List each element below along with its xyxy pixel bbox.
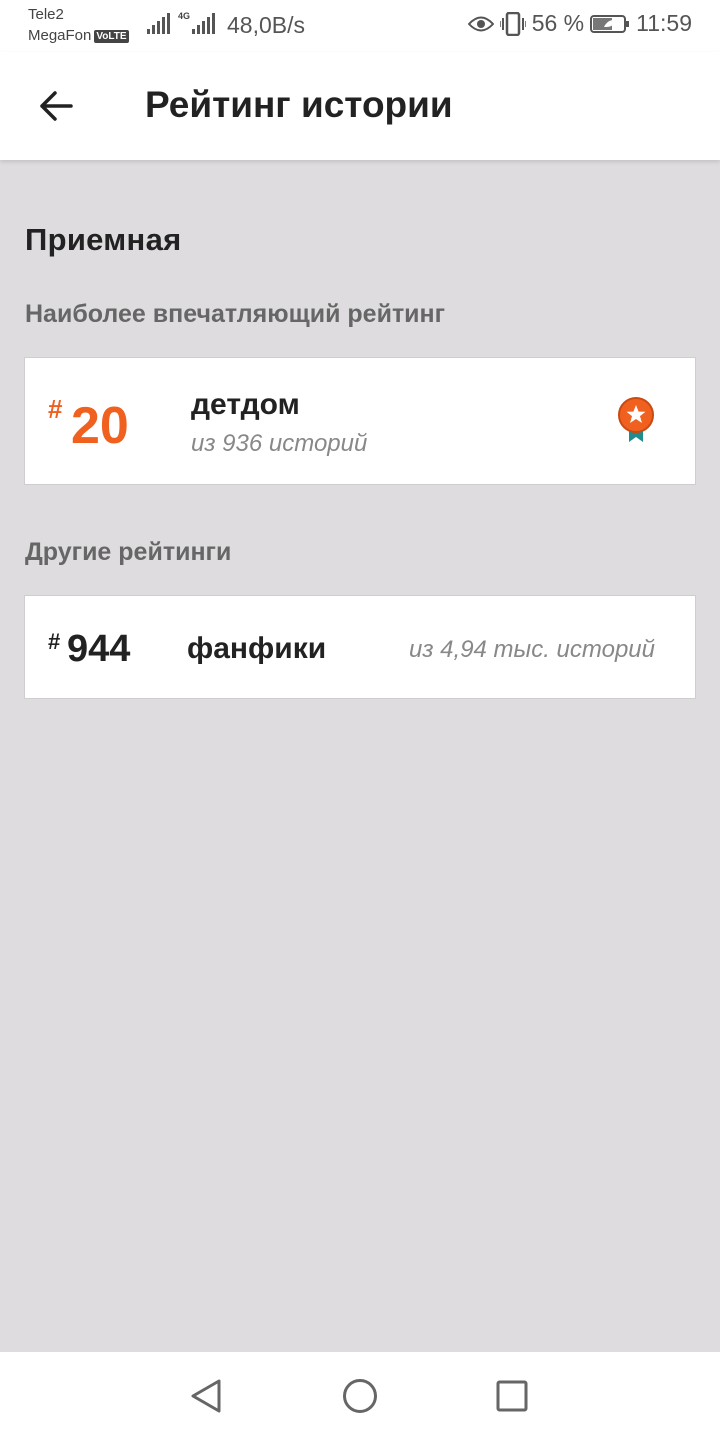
eye-icon (467, 15, 494, 33)
status-right: 56 % 11:59 (467, 10, 692, 37)
carrier-2-row: MegaFon VoLTE (28, 25, 129, 46)
rank-number: 20 (71, 397, 129, 455)
nav-back-button[interactable] (184, 1374, 228, 1418)
rating-total: из 4,94 тыс. историй (409, 636, 655, 663)
status-bar: Tele2 MegaFon VoLTE 4G 48,0B/s 56 % 11:59 (0, 0, 720, 52)
rating-category: фанфики (187, 632, 327, 665)
carrier-2: MegaFon (28, 27, 92, 44)
nav-home-button[interactable] (338, 1374, 382, 1418)
rating-card[interactable]: # 944 фанфики из 4,94 тыс. историй (24, 595, 696, 699)
battery-icon (590, 14, 630, 34)
top-rating-heading: Наиболее впечатляющий рейтинг (25, 300, 446, 328)
signal-icon (192, 12, 215, 34)
carrier-info: Tele2 MegaFon VoLTE (28, 4, 129, 46)
other-ratings-heading: Другие рейтинги (25, 538, 232, 566)
section-title: Приемная (25, 222, 182, 257)
app-bar: Рейтинг истории (0, 52, 720, 160)
clock: 11:59 (636, 10, 692, 36)
network-speed: 48,0B/s (227, 12, 305, 38)
top-rating-card[interactable]: # 20 детдом из 936 историй (24, 357, 696, 485)
rank-hash: # (48, 394, 63, 424)
nav-back-icon (191, 1379, 221, 1413)
network-type: 4G (178, 11, 191, 21)
system-nav-bar (0, 1352, 720, 1440)
volte-badge: VoLTE (94, 30, 129, 43)
nav-home-icon (343, 1379, 377, 1413)
rating-category: детдом (191, 388, 300, 421)
battery-percent: 56 % (531, 10, 585, 36)
award-badge-icon (618, 397, 654, 442)
signal-icon (147, 12, 170, 34)
arrow-left-icon (40, 91, 73, 121)
nav-recent-button[interactable] (490, 1374, 534, 1418)
back-button[interactable] (24, 74, 88, 138)
rating-total: из 936 историй (191, 430, 368, 457)
page-title: Рейтинг истории (145, 84, 453, 125)
rank-number: 944 (67, 628, 131, 670)
vibrate-icon (499, 11, 526, 36)
nav-recent-icon (496, 1380, 528, 1412)
rank-hash: # (48, 629, 61, 654)
carrier-1: Tele2 (28, 6, 64, 23)
